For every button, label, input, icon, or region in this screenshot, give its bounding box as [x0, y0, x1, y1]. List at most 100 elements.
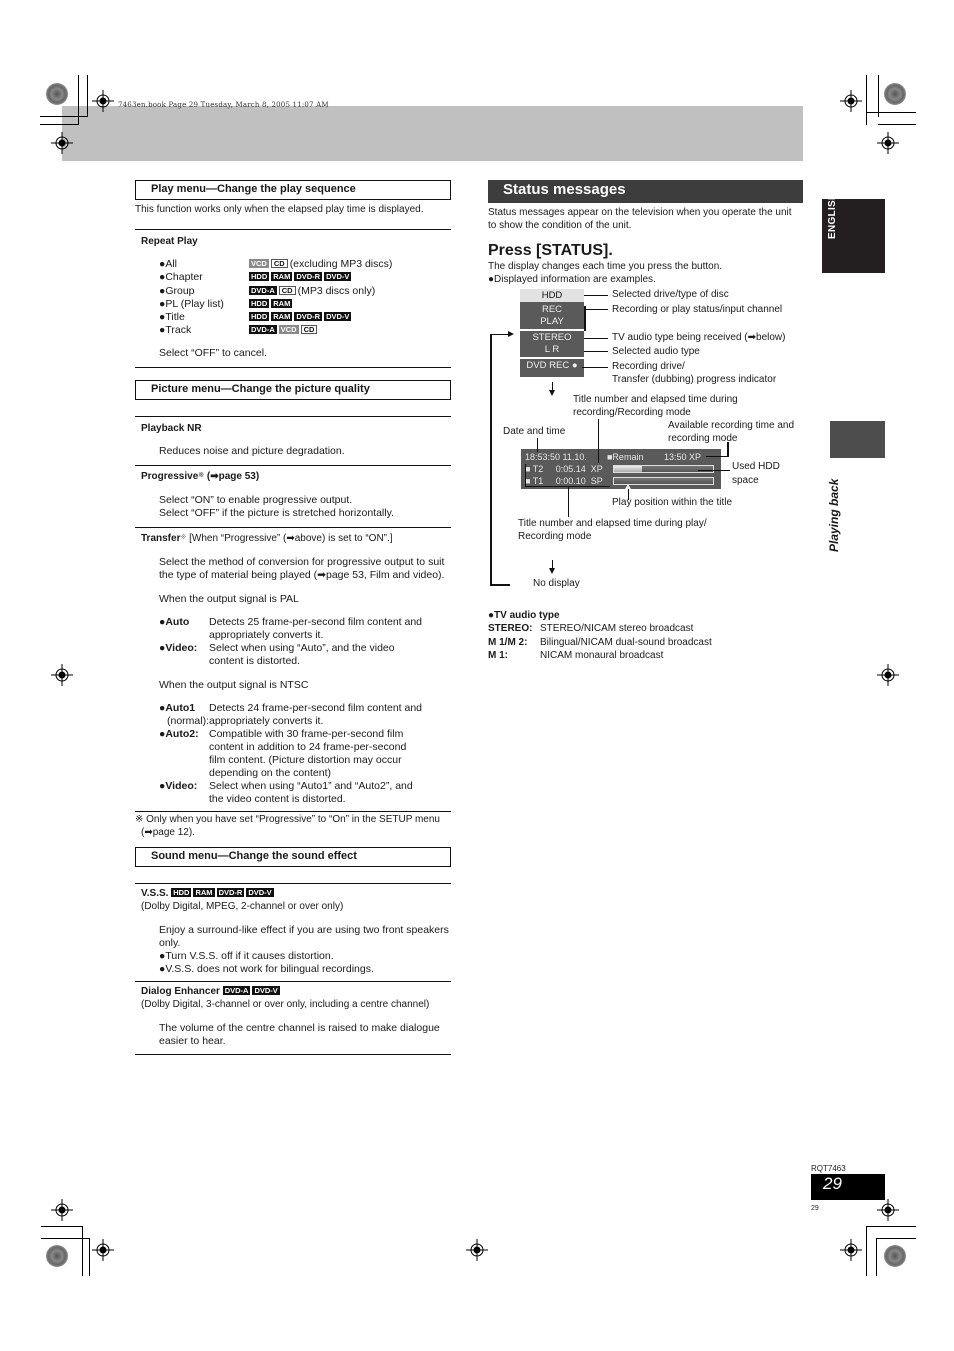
repeat-cancel-note: Select “OFF” to cancel.: [159, 346, 267, 359]
transfer-text-1: Select the method of conversion for prog…: [159, 555, 445, 568]
disc-badge-ram: RAM: [271, 272, 293, 282]
disc-badge-hdd: HDD: [249, 298, 270, 308]
callout-line: [584, 351, 608, 352]
registration-mark-icon: [877, 664, 899, 686]
vss-bullet-2: ●V.S.S. does not work for bilingual reco…: [159, 962, 374, 975]
repeat-option-label: ●Group: [159, 284, 195, 297]
tv-audio-type-section: ●TV audio type STEREO: STEREO/NICAM stere…: [488, 609, 803, 662]
tv-audio-row: M 1/M 2: Bilingual/NICAM dual-sound broad…: [488, 636, 803, 649]
description-line: content is distorted.: [209, 654, 301, 667]
callout-rec-drive-1: Recording drive/: [612, 361, 685, 372]
repeat-option-label: ●Title: [159, 311, 185, 324]
osd-drive: HDD: [520, 289, 584, 302]
hdd-used-bar: [613, 465, 714, 473]
tv-audio-list: STEREO: STEREO/NICAM stereo broadcast M 1/…: [488, 622, 803, 662]
crop-mark: [876, 1238, 877, 1276]
option-description: Compatible with 30 frame-per-second film…: [209, 728, 451, 780]
arrow-right-icon: [508, 331, 514, 337]
tv-audio-row: M 1: NICAM monaural broadcast: [488, 649, 803, 662]
header-band: [62, 106, 803, 161]
option-row: ●Video: Select when using “Auto”, and the…: [135, 642, 451, 668]
callout-available-1: Available recording time and: [668, 420, 795, 431]
disc-badge-ram: RAM: [271, 298, 293, 308]
tv-audio-value: NICAM monaural broadcast: [540, 649, 664, 661]
color-calibration-disc-icon: [884, 1245, 906, 1267]
repeat-option-label: ●Chapter: [159, 271, 203, 284]
option-row: ●Video: Select when using “Auto1” and “Au…: [135, 780, 451, 806]
callout-line: [582, 367, 608, 368]
disc-badge-dvd-v: DVD-V: [324, 272, 352, 282]
registration-mark-icon: [51, 664, 73, 686]
disc-badge-hdd: HDD: [171, 887, 192, 897]
callout-line: [698, 470, 730, 471]
crop-mark: [40, 116, 88, 117]
registration-mark-icon: [92, 1239, 114, 1261]
repeat-play-list: ●All VCD CD (excluding MP3 discs) ●Chapter HD…: [135, 258, 451, 338]
crop-mark: [866, 75, 867, 125]
ntsc-options: ●Auto1 (normal): Detects 24 frame-per-seco…: [135, 702, 451, 806]
progressive-footnote-ref: (➡page 12).: [141, 826, 195, 838]
picture-menu-heading: Picture menu—Change the picture quality: [135, 379, 451, 400]
vss-title: V.S.S. HDD RAM DVD-R DVD-V: [135, 887, 451, 900]
option-name: ●Auto2:: [159, 727, 199, 740]
playback-nr-title: Playback NR: [141, 422, 202, 434]
divider: [135, 1053, 451, 1055]
callout-drive: Selected drive/type of disc: [612, 289, 729, 300]
disc-badges: VCD CD (excluding MP3 discs): [225, 258, 392, 271]
callout-line: [584, 295, 608, 296]
callout-title-rec-1: Title number and elapsed time during: [573, 394, 738, 405]
crop-mark: [82, 1226, 83, 1276]
option-name: ●Video:: [159, 779, 198, 792]
osd-separator: [520, 357, 584, 359]
pal-label: When the output signal is PAL: [159, 592, 299, 605]
option-description: Select when using “Auto”, and the video c…: [209, 642, 451, 668]
callout-no-display: No display: [533, 578, 580, 589]
divider: [135, 526, 451, 528]
vss-condition: (Dolby Digital, MPEG, 2-channel or over …: [141, 900, 344, 912]
crop-mark: [866, 1226, 867, 1276]
dialog-enhancer-title: Dialog Enhancer DVD-A DVD-V: [135, 985, 451, 998]
disc-badge-dvd-v: DVD-V: [324, 312, 352, 322]
description-line: Compatible with 30 frame-per-second film: [209, 727, 404, 740]
display-changes-text: The display changes each time you press …: [488, 261, 723, 272]
page-number: 29: [811, 1174, 885, 1200]
dialog-condition: (Dolby Digital, 3-channel or over only, …: [141, 998, 430, 1010]
option-row: ●Auto1 (normal): Detects 24 frame-per-seco…: [135, 702, 451, 728]
description-line: Detects 25 frame-per-second film content…: [209, 615, 423, 628]
crop-mark: [78, 75, 79, 125]
osd-remain-value: 13:50 XP: [664, 452, 702, 462]
transfer-text-2: the type of material being played (➡page…: [159, 568, 445, 581]
callout-audio-type: Selected audio type: [612, 346, 700, 357]
option-description: Detects 24 frame-per-second film content…: [209, 702, 451, 728]
osd-title-t2: ■ T2 0:05.14 XP: [525, 464, 603, 474]
crop-mark: [878, 124, 916, 125]
registration-mark-icon: [92, 90, 114, 112]
tv-audio-row: STEREO: STEREO/NICAM stereo broadcast: [488, 622, 803, 635]
osd-panel-wide: 18:53:50 11.10. ■Remain 13:50 XP ■ T2 0:…: [521, 449, 721, 489]
arrow-down-icon: [549, 568, 555, 574]
disc-badges: HDD RAM DVD-R DVD-V: [225, 311, 353, 324]
osd-dvd-rec: DVD REC ●: [526, 360, 578, 371]
cycle-return-line: [490, 584, 510, 586]
callout-line: [568, 487, 569, 517]
osd-remain-label: ■Remain: [607, 452, 644, 462]
osd-stereo: STEREO: [532, 332, 572, 343]
left-column: Play menu—Change the play sequence This …: [135, 180, 451, 1055]
language-tab: ENGLISH: [822, 192, 885, 273]
crop-mark: [89, 1238, 90, 1276]
disc-badge-hdd: HDD: [249, 312, 270, 322]
disc-badge-cd: CD: [300, 325, 318, 335]
option-name: ●Auto1: [159, 701, 196, 714]
page-number-small: 29: [811, 1205, 819, 1212]
disc-badge-cd: CD: [278, 285, 296, 295]
progressive-on-text: Select “ON” to enable progressive output…: [159, 493, 353, 506]
callout-line: [584, 338, 608, 339]
registration-mark-icon: [877, 132, 899, 154]
disc-badge-dvd-r: DVD-R: [294, 312, 323, 322]
divider: [135, 464, 451, 466]
right-column: Status messages Status messages appear o…: [488, 180, 803, 286]
osd-play: PLAY: [540, 316, 564, 327]
repeat-play-row: ●Title HDD RAM DVD-R DVD-V: [135, 311, 451, 324]
description-line: content in addition to 24 frame-per-seco…: [209, 740, 407, 753]
progressive-title: Progressive※ (➡page 53): [141, 470, 260, 482]
